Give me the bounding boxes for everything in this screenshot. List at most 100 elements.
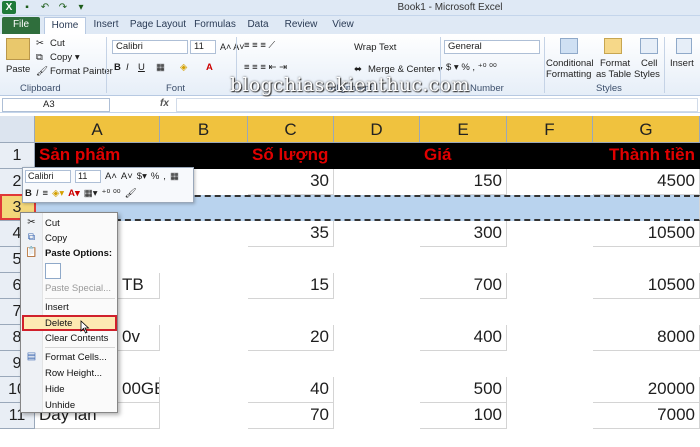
menu-item-paste-special[interactable]: Paste Special... bbox=[45, 281, 111, 296]
cell-styles-icon[interactable] bbox=[640, 38, 658, 54]
grow-font-icon[interactable]: A˄ bbox=[105, 171, 117, 182]
cell-a10[interactable]: 00GB bbox=[118, 377, 160, 403]
cell-c4[interactable]: 35 bbox=[248, 221, 334, 247]
mini-italic-icon[interactable]: I bbox=[36, 188, 39, 199]
cell-e4[interactable]: 300 bbox=[420, 221, 507, 247]
tab-data[interactable]: Data bbox=[244, 17, 272, 34]
tab-review[interactable]: Review bbox=[282, 17, 320, 34]
cell-a8[interactable]: 0v bbox=[118, 325, 160, 351]
wrap-text-button[interactable]: Wrap Text bbox=[354, 42, 396, 54]
conditional-formatting-icon[interactable] bbox=[560, 38, 578, 54]
mini-center-icon[interactable]: ≡ bbox=[43, 188, 49, 199]
cell-a1[interactable]: Sản phẩm bbox=[35, 143, 248, 169]
fill-color-icon[interactable]: ◈ bbox=[180, 62, 187, 74]
copy-button[interactable]: ⧉ Copy ▾ bbox=[36, 52, 80, 64]
row-header-1[interactable]: 1 bbox=[0, 143, 35, 169]
comma-icon[interactable]: , bbox=[163, 171, 166, 182]
font-name-select[interactable]: Calibri bbox=[112, 40, 188, 54]
cell-a6[interactable]: TB bbox=[118, 273, 160, 299]
menu-item-cut[interactable]: Cut bbox=[45, 216, 60, 231]
column-header-f[interactable]: F bbox=[507, 116, 593, 143]
paste-clipboard-icon[interactable] bbox=[45, 263, 61, 279]
cell-g10[interactable]: 20000 bbox=[593, 377, 700, 403]
shrink-font-icon[interactable]: A˅ bbox=[121, 171, 133, 182]
cell-e10[interactable]: 500 bbox=[420, 377, 507, 403]
insert-function-icon[interactable]: fx bbox=[160, 98, 169, 109]
menu-item-format-cells[interactable]: Format Cells... bbox=[45, 350, 107, 365]
tab-file[interactable]: File bbox=[2, 17, 40, 34]
paste-button[interactable]: Paste bbox=[6, 64, 30, 76]
tab-insert[interactable]: Insert bbox=[88, 17, 124, 34]
menu-item-hide[interactable]: Hide bbox=[45, 382, 65, 397]
cell-c11[interactable]: 70 bbox=[248, 403, 334, 429]
currency-icon[interactable]: $▾ bbox=[137, 171, 147, 182]
borders-icon[interactable]: ▦ bbox=[156, 62, 165, 74]
column-header-d[interactable]: D bbox=[334, 116, 420, 143]
cell-g11[interactable]: 7000 bbox=[593, 403, 700, 429]
mini-bold-icon[interactable]: B bbox=[25, 188, 32, 199]
format-painter-icon[interactable]: ▦ bbox=[170, 171, 179, 182]
mini-font-size[interactable]: 11 bbox=[75, 170, 101, 183]
font-size-select[interactable]: 11 bbox=[190, 40, 216, 54]
cell-e8[interactable]: 400 bbox=[420, 325, 507, 351]
mini-decimal-icons[interactable]: ⁺⁰ ⁰⁰ bbox=[102, 188, 121, 199]
cell-styles-label-2[interactable]: Styles bbox=[634, 69, 660, 81]
cell-g4[interactable]: 10500 bbox=[593, 221, 700, 247]
number-format-select[interactable]: General bbox=[444, 40, 540, 54]
format-as-table-label-2[interactable]: as Table bbox=[596, 69, 631, 81]
divider bbox=[664, 37, 665, 93]
cell-e6[interactable]: 700 bbox=[420, 273, 507, 299]
paste-icon[interactable] bbox=[6, 38, 30, 60]
number-format-icons[interactable]: $ ▾ % , ⁺⁰ ⁰⁰ bbox=[446, 62, 497, 74]
underline-icon[interactable]: U bbox=[138, 62, 145, 74]
italic-icon[interactable]: I bbox=[126, 62, 129, 74]
cell-g2[interactable]: 4500 bbox=[593, 169, 700, 195]
align-top-icons[interactable]: ≡ ≡ ≡ ⟋ bbox=[244, 40, 275, 52]
insert-cells-button[interactable]: Insert bbox=[670, 58, 694, 70]
menu-item-unhide[interactable]: Unhide bbox=[45, 398, 75, 413]
mini-font-color-icon[interactable]: A▾ bbox=[68, 188, 80, 199]
tab-formulas[interactable]: Formulas bbox=[192, 17, 238, 34]
name-box[interactable]: A3 bbox=[2, 98, 110, 112]
cell-g1[interactable]: Thành tiền bbox=[593, 143, 700, 169]
column-header-b[interactable]: B bbox=[160, 116, 248, 143]
menu-item-clear-contents[interactable]: Clear Contents bbox=[45, 331, 108, 346]
mini-fill-color-icon[interactable]: ◈▾ bbox=[52, 188, 64, 199]
cell-e2[interactable]: 150 bbox=[420, 169, 507, 195]
menu-item-row-height[interactable]: Row Height... bbox=[45, 366, 102, 381]
bold-icon[interactable]: B bbox=[114, 62, 121, 74]
mini-borders-icon[interactable]: ▦▾ bbox=[84, 188, 98, 199]
cell-c2[interactable]: 30 bbox=[248, 169, 334, 195]
cut-button[interactable]: ✂ Cut bbox=[36, 38, 65, 50]
menu-item-copy[interactable]: Copy bbox=[45, 231, 67, 246]
cell-e1[interactable]: Giá bbox=[420, 143, 593, 169]
align-horizontal-icons[interactable]: ≡ ≡ ≡ ⇤ ⇥ bbox=[244, 62, 287, 74]
column-header-e[interactable]: E bbox=[420, 116, 507, 143]
tab-view[interactable]: View bbox=[328, 17, 358, 34]
cell-g8[interactable]: 8000 bbox=[593, 325, 700, 351]
mini-brush-icon[interactable]: 🖌 bbox=[125, 188, 137, 199]
mini-font-name[interactable]: Calibri bbox=[25, 170, 71, 183]
percent-icon[interactable]: % bbox=[151, 171, 159, 182]
cell-c6[interactable]: 15 bbox=[248, 273, 334, 299]
cell-g6[interactable]: 10500 bbox=[593, 273, 700, 299]
tab-page-layout[interactable]: Page Layout bbox=[128, 17, 188, 34]
cell-c1[interactable]: Số lượng bbox=[248, 143, 420, 169]
menu-item-insert[interactable]: Insert bbox=[45, 300, 69, 315]
column-header-g[interactable]: G bbox=[593, 116, 700, 143]
insert-cells-icon[interactable] bbox=[676, 38, 692, 54]
conditional-formatting-label-2[interactable]: Formatting bbox=[546, 69, 591, 81]
menu-item-delete[interactable]: Delete bbox=[45, 316, 72, 331]
column-header-a[interactable]: A bbox=[35, 116, 160, 143]
format-as-table-icon[interactable] bbox=[604, 38, 622, 54]
format-painter-button[interactable]: 🖌 Format Painter bbox=[36, 66, 113, 78]
grow-shrink-font-icon[interactable]: A˄ A˅ bbox=[220, 41, 245, 53]
tab-home[interactable]: Home bbox=[44, 17, 86, 34]
cell-c10[interactable]: 40 bbox=[248, 377, 334, 403]
column-header-c[interactable]: C bbox=[248, 116, 334, 143]
select-all-button[interactable] bbox=[0, 116, 35, 143]
cell-c8[interactable]: 20 bbox=[248, 325, 334, 351]
font-color-icon[interactable]: A bbox=[206, 62, 213, 74]
cell-e11[interactable]: 100 bbox=[420, 403, 507, 429]
formula-input[interactable] bbox=[176, 98, 698, 112]
